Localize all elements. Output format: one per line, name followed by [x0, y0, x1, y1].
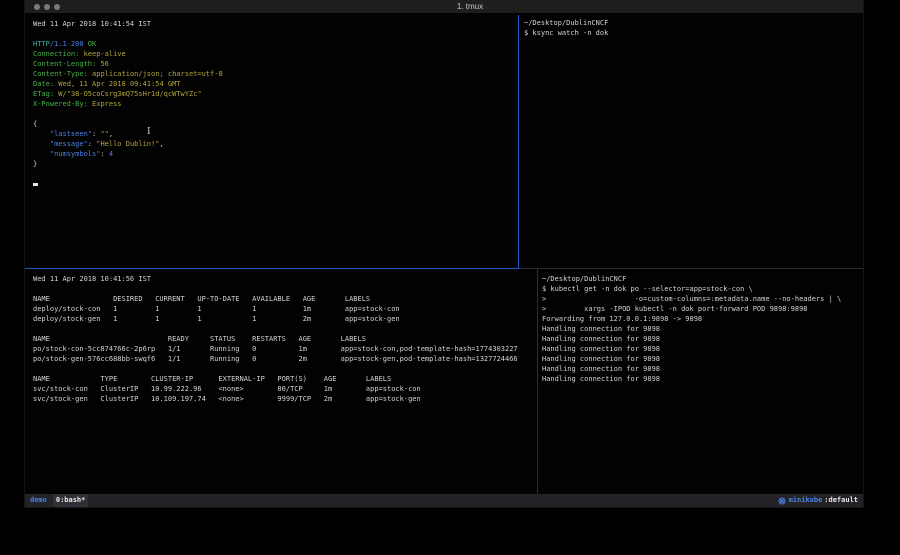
traffic-lights — [34, 4, 60, 10]
terminal-line: Wed 11 Apr 2018 10:41:54 IST — [33, 19, 518, 29]
tmux-status-bar: demo 0:bash* minikube:default — [25, 494, 863, 507]
pane-kubectl-resources[interactable]: Wed 11 Apr 2018 10:41:56 IST NAME DESIRE… — [25, 269, 537, 494]
terminal-line: ETag: W/"38-O5coCsrg3mQ75sHr1d/qcWTwYZc" — [33, 89, 518, 99]
terminal-line: po/stock-gen-576cc688bb-swqf6 1/1 Runnin… — [33, 354, 537, 364]
terminal-line — [33, 29, 518, 39]
terminal-line: NAME DESIRED CURRENT UP-TO-DATE AVAILABL… — [33, 294, 537, 304]
terminal-line — [33, 284, 537, 294]
terminal-line: $ ksync watch -n dok — [524, 28, 863, 38]
terminal-line: po/stock-con-5cc874766c-2p6rp 1/1 Runnin… — [33, 344, 537, 354]
mouse-text-cursor-icon: I — [147, 127, 151, 137]
terminal-line: ~/Desktop/DublinCNCF — [524, 18, 863, 28]
terminal-line: > -o=custom-columns=:metadata.name --no-… — [542, 294, 863, 304]
terminal-line — [33, 364, 537, 374]
terminal-line: > xargs -IPOD kubectl -n dok port-forwar… — [542, 304, 863, 314]
terminal-line: } — [33, 159, 518, 169]
terminal-line: Content-Length: 56 — [33, 59, 518, 69]
minimize-button[interactable] — [44, 4, 50, 10]
desktop: { "window": { "title": "1. tmux" }, "col… — [0, 0, 900, 555]
pane-ksync-watch[interactable]: ~/Desktop/DublinCNCF$ ksync watch -n dok — [519, 15, 863, 268]
session-name: demo — [30, 494, 47, 507]
window-tab-bash[interactable]: 0:bash* — [53, 494, 89, 507]
terminal-line: Date: Wed, 11 Apr 2018 09:41:54 GMT — [33, 79, 518, 89]
terminal-line: Connection: keep-alive — [33, 49, 518, 59]
terminal-line: "lastseen": "", — [33, 129, 518, 139]
window-title: 1. tmux — [51, 2, 889, 11]
terminal-window: 1. tmux I Wed 11 Apr 2018 10:41:54 IST H… — [25, 0, 863, 507]
terminal-line: X-Powered-By: Express — [33, 99, 518, 109]
terminal-line: HTTP/1.1 200 OK — [33, 39, 518, 49]
pane-divider-vertical-top[interactable] — [518, 15, 519, 268]
pane-http-response[interactable]: I Wed 11 Apr 2018 10:41:54 IST HTTP/1.1 … — [25, 15, 518, 268]
terminal-line: Forwarding from 127.0.0.1:9898 -> 9898 — [542, 314, 863, 324]
pane-port-forward[interactable]: ~/Desktop/DublinCNCF$ kubectl get -n dok… — [538, 269, 863, 494]
terminal-line: ~/Desktop/DublinCNCF — [542, 274, 863, 284]
kube-context: minikube — [789, 494, 823, 507]
zoom-button[interactable] — [54, 4, 60, 10]
terminal-line — [33, 109, 518, 119]
terminal-line — [33, 169, 518, 179]
terminal-line: NAME TYPE CLUSTER-IP EXTERNAL-IP PORT(S)… — [33, 374, 537, 384]
terminal-line — [33, 324, 537, 334]
pane-divider-vertical-bottom[interactable] — [537, 269, 538, 494]
titlebar[interactable]: 1. tmux — [25, 0, 863, 14]
terminal-line: svc/stock-gen ClusterIP 10.109.197.74 <n… — [33, 394, 537, 404]
pane-divider-horizontal-left[interactable] — [25, 268, 519, 269]
terminal-line: Handling connection for 9898 — [542, 364, 863, 374]
kube-namespace: :default — [824, 494, 858, 507]
terminal-line: NAME READY STATUS RESTARTS AGE LABELS — [33, 334, 537, 344]
terminal-line: Handling connection for 9898 — [542, 344, 863, 354]
terminal-line: Handling connection for 9898 — [542, 354, 863, 364]
terminal-line: Content-Type: application/json; charset=… — [33, 69, 518, 79]
tmux-session: I Wed 11 Apr 2018 10:41:54 IST HTTP/1.1 … — [25, 15, 863, 494]
terminal-line: Wed 11 Apr 2018 10:41:56 IST — [33, 274, 537, 284]
terminal-line: Handling connection for 9898 — [542, 324, 863, 334]
terminal-line: "numsymbols": 4 — [33, 149, 518, 159]
terminal-line: svc/stock-con ClusterIP 10.99.222.96 <no… — [33, 384, 537, 394]
terminal-line: $ kubectl get -n dok po --selector=app=s… — [542, 284, 863, 294]
close-button[interactable] — [34, 4, 40, 10]
terminal-line: deploy/stock-gen 1 1 1 1 2m app=stock-ge… — [33, 314, 537, 324]
terminal-line: { — [33, 119, 518, 129]
terminal-line: "message": "Hello Dublin!", — [33, 139, 518, 149]
kubernetes-helm-icon — [778, 497, 786, 505]
terminal-line: Handling connection for 9898 — [542, 374, 863, 384]
pane-divider-horizontal-right[interactable] — [519, 268, 863, 269]
terminal-block-cursor — [33, 183, 38, 186]
terminal-line: deploy/stock-con 1 1 1 1 1m app=stock-co… — [33, 304, 537, 314]
status-right: minikube:default — [778, 494, 858, 507]
terminal-line — [33, 179, 518, 189]
terminal-line: Handling connection for 9898 — [542, 334, 863, 344]
